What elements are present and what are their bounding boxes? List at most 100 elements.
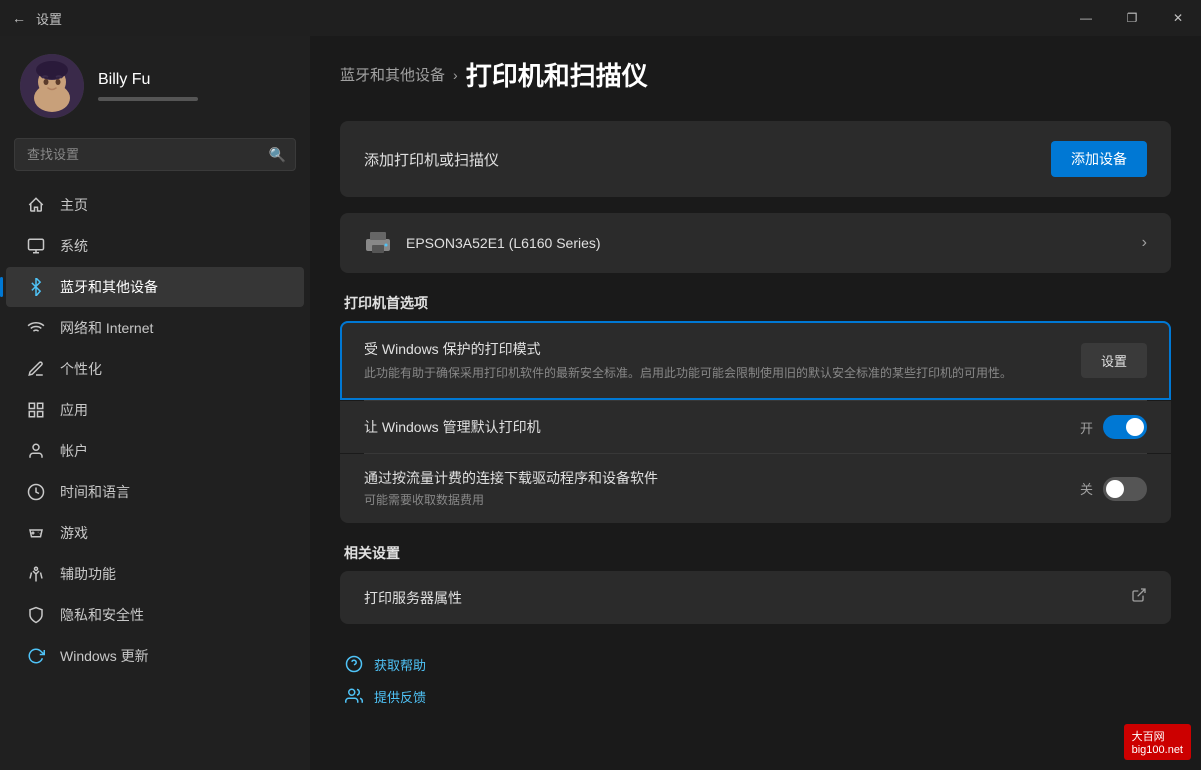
- print-server-row[interactable]: 打印服务器属性: [340, 571, 1171, 624]
- user-status-bar: [98, 97, 198, 101]
- accessibility-icon: [26, 564, 46, 584]
- metered-knob: [1106, 480, 1124, 498]
- metered-state: 关: [1080, 479, 1093, 498]
- sidebar-item-system[interactable]: 系统: [6, 226, 304, 266]
- get-help-label: 获取帮助: [374, 655, 426, 674]
- chevron-right-icon: ›: [1142, 234, 1147, 252]
- metered-title: 通过按流量计费的连接下载驱动程序和设备软件: [364, 468, 658, 488]
- external-link-icon: [1131, 587, 1147, 608]
- device-left: EPSON3A52E1 (L6160 Series): [364, 229, 601, 257]
- title-bar-left: ← 设置: [12, 9, 62, 28]
- protected-print-title: 受 Windows 保护的打印模式: [364, 339, 1061, 359]
- metered-toggle-wrap: 关: [1080, 477, 1147, 501]
- device-name: EPSON3A52E1 (L6160 Series): [406, 235, 601, 251]
- close-button[interactable]: ✕: [1155, 0, 1201, 36]
- personalization-icon: [26, 359, 46, 379]
- manage-printer-toggle-wrap: 开: [1080, 415, 1147, 439]
- sidebar-item-network[interactable]: 网络和 Internet: [6, 308, 304, 348]
- feedback-label: 提供反馈: [374, 687, 426, 706]
- device-row[interactable]: EPSON3A52E1 (L6160 Series) ›: [340, 213, 1171, 273]
- search-input[interactable]: [14, 138, 296, 171]
- user-info: Billy Fu: [98, 71, 290, 101]
- sidebar-item-accessibility[interactable]: 辅助功能: [6, 554, 304, 594]
- search-icon: 🔍: [269, 146, 286, 163]
- protected-print-settings-button[interactable]: 设置: [1081, 343, 1147, 378]
- gaming-icon: [26, 523, 46, 543]
- add-device-row: 添加打印机或扫描仪 添加设备: [340, 121, 1171, 197]
- sidebar-item-gaming-label: 游戏: [60, 523, 88, 543]
- search-box: 🔍: [14, 138, 296, 171]
- minimize-button[interactable]: —: [1063, 0, 1109, 36]
- breadcrumb-parent[interactable]: 蓝牙和其他设备: [340, 64, 445, 85]
- help-icon: [344, 654, 364, 674]
- manage-printer-knob: [1126, 418, 1144, 436]
- sidebar-item-update[interactable]: Windows 更新: [6, 636, 304, 676]
- metered-subtitle: 可能需要收取数据费用: [364, 491, 658, 509]
- accounts-icon: [26, 441, 46, 461]
- manage-printer-toggle[interactable]: [1103, 415, 1147, 439]
- feedback-link[interactable]: 提供反馈: [344, 680, 1171, 712]
- home-icon: [26, 195, 46, 215]
- sidebar-item-system-label: 系统: [60, 236, 88, 256]
- maximize-button[interactable]: ❐: [1109, 0, 1155, 36]
- sidebar-item-home[interactable]: 主页: [6, 185, 304, 225]
- breadcrumb: 蓝牙和其他设备 › 打印机和扫描仪: [340, 56, 1171, 93]
- sidebar-item-personalization-label: 个性化: [60, 359, 102, 379]
- sidebar-item-accounts[interactable]: 帐户: [6, 431, 304, 471]
- privacy-icon: [26, 605, 46, 625]
- time-icon: [26, 482, 46, 502]
- sidebar-item-gaming[interactable]: 游戏: [6, 513, 304, 553]
- update-icon: [26, 646, 46, 666]
- printer-icon: [364, 229, 392, 257]
- page-title: 打印机和扫描仪: [466, 56, 648, 93]
- breadcrumb-separator: ›: [453, 67, 458, 83]
- title-bar-controls: — ❐ ✕: [1063, 0, 1201, 36]
- sidebar-item-time-label: 时间和语言: [60, 482, 130, 502]
- metered-toggle[interactable]: [1103, 477, 1147, 501]
- avatar: [20, 54, 84, 118]
- user-profile[interactable]: Billy Fu: [0, 36, 310, 134]
- add-printer-section: 添加打印机或扫描仪 添加设备: [340, 121, 1171, 197]
- sidebar-nav: 主页 系统 蓝牙和其他设备 网络和 Internet: [0, 185, 310, 676]
- sidebar: Billy Fu 🔍 主页 系统: [0, 36, 310, 770]
- network-icon: [26, 318, 46, 338]
- printer-options-header: 打印机首选项: [340, 293, 1171, 313]
- print-server-label: 打印服务器属性: [364, 588, 462, 608]
- metered-text: 通过按流量计费的连接下载驱动程序和设备软件 可能需要收取数据费用: [364, 468, 658, 509]
- app-title: 设置: [36, 9, 62, 28]
- sidebar-item-network-label: 网络和 Internet: [60, 318, 153, 338]
- system-icon: [26, 236, 46, 256]
- bluetooth-icon: [26, 277, 46, 297]
- feedback-icon: [344, 686, 364, 706]
- add-device-button[interactable]: 添加设备: [1051, 141, 1147, 177]
- protected-print-text: 受 Windows 保护的打印模式 此功能有助于确保采用打印机软件的最新安全标准…: [364, 339, 1081, 382]
- app-body: Billy Fu 🔍 主页 系统: [0, 36, 1201, 770]
- watermark: 大百网big100.net: [1124, 724, 1191, 760]
- manage-printer-title: 让 Windows 管理默认打印机: [364, 417, 541, 437]
- manage-printer-state: 开: [1080, 418, 1093, 437]
- content-area: 蓝牙和其他设备 › 打印机和扫描仪 添加打印机或扫描仪 添加设备: [310, 36, 1201, 770]
- sidebar-item-update-label: Windows 更新: [60, 646, 149, 666]
- metered-row: 通过按流量计费的连接下载驱动程序和设备软件 可能需要收取数据费用 关: [340, 454, 1171, 523]
- apps-icon: [26, 400, 46, 420]
- sidebar-item-apps-label: 应用: [60, 400, 88, 420]
- get-help-link[interactable]: 获取帮助: [344, 648, 1171, 680]
- related-settings-header: 相关设置: [340, 543, 1171, 563]
- help-links: 获取帮助 提供反馈: [340, 648, 1171, 712]
- sidebar-item-privacy[interactable]: 隐私和安全性: [6, 595, 304, 635]
- sidebar-item-bluetooth[interactable]: 蓝牙和其他设备: [6, 267, 304, 307]
- sidebar-item-accessibility-label: 辅助功能: [60, 564, 116, 584]
- sidebar-item-home-label: 主页: [60, 195, 88, 215]
- sidebar-item-privacy-label: 隐私和安全性: [60, 605, 144, 625]
- title-bar: ← 设置 — ❐ ✕: [0, 0, 1201, 36]
- add-printer-label: 添加打印机或扫描仪: [364, 149, 499, 170]
- sidebar-item-bluetooth-label: 蓝牙和其他设备: [60, 277, 158, 297]
- sidebar-item-accounts-label: 帐户: [60, 441, 88, 461]
- protected-print-desc: 此功能有助于确保采用打印机软件的最新安全标准。启用此功能可能会限制使用旧的默认安…: [364, 364, 1061, 382]
- sidebar-item-time[interactable]: 时间和语言: [6, 472, 304, 512]
- sidebar-item-personalization[interactable]: 个性化: [6, 349, 304, 389]
- sidebar-item-apps[interactable]: 应用: [6, 390, 304, 430]
- user-name: Billy Fu: [98, 71, 290, 89]
- protected-print-row: 受 Windows 保护的打印模式 此功能有助于确保采用打印机软件的最新安全标准…: [340, 321, 1171, 400]
- back-icon[interactable]: ←: [12, 10, 26, 26]
